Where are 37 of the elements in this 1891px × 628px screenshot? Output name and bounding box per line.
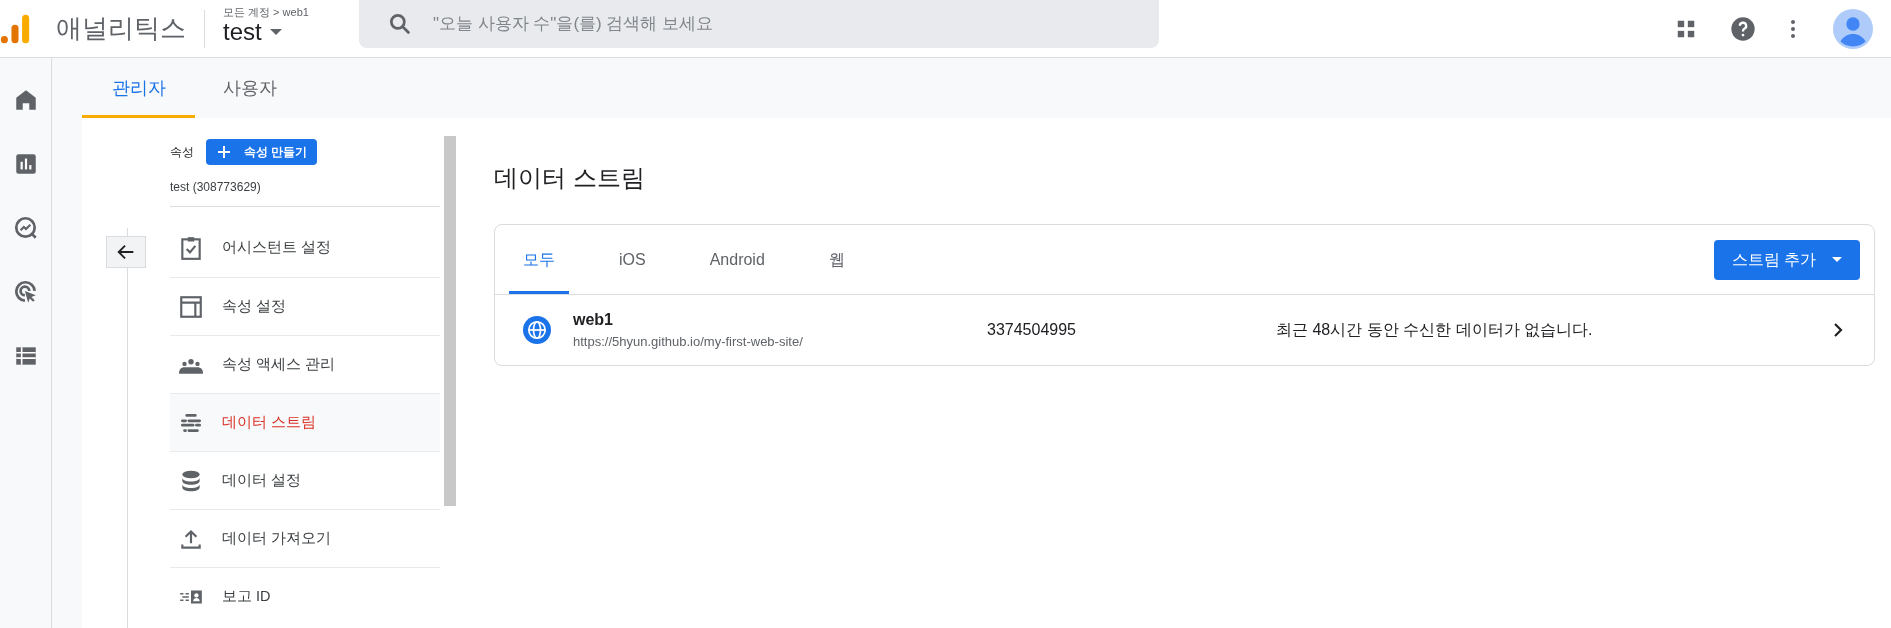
sidebar-item[interactable]: 속성 설정 <box>170 277 440 335</box>
sidebar-item[interactable]: 보고 ID <box>170 567 440 625</box>
caret-icon <box>1832 257 1842 262</box>
avatar-icon[interactable] <box>1833 8 1873 49</box>
add-stream-button[interactable]: 스트림 추가 <box>1713 239 1860 280</box>
stream-url: https://5hyun.github.io/my-first-web-site/ <box>573 333 804 352</box>
breadcrumb[interactable]: 모든 계정 > web1 <box>223 5 309 18</box>
admin-tab[interactable]: 사용자 <box>195 58 305 118</box>
back-button[interactable] <box>106 236 146 268</box>
stream-tab[interactable]: 모두 <box>509 225 569 294</box>
app-title: 애널리틱스 <box>56 12 186 45</box>
page-title: 데이터 스트림 <box>494 163 646 193</box>
stream-row[interactable]: web1 https://5hyun.github.io/my-first-web-site/ 3374504995 최근 48시간 동안 수신한 데이터가 없습니다. <box>495 295 1874 365</box>
sidebar-item[interactable]: 데이터 가져오기 <box>170 509 440 567</box>
stream-tab[interactable]: Android <box>695 225 779 294</box>
stream-tab[interactable]: iOS <box>605 225 660 294</box>
clipboard-check-icon <box>178 235 204 261</box>
stream-id: 3374504995 <box>987 320 1077 340</box>
stream-name: web1 <box>573 310 614 331</box>
plus-icon <box>216 144 232 160</box>
caret-icon <box>269 28 282 35</box>
create-property-button[interactable]: 속성 만들기 <box>206 139 318 165</box>
sidebar-item[interactable]: 어시스턴트 설정 <box>170 219 440 277</box>
layout-icon <box>178 293 204 320</box>
globe-icon <box>523 316 551 344</box>
stream-tab[interactable]: 웹 <box>814 225 859 294</box>
search-field[interactable]: "오늘 사용자 수"을(를) 검색해 보세요 <box>358 0 1159 48</box>
help-icon[interactable] <box>1729 14 1757 43</box>
property-name: test (308773629) <box>170 178 440 207</box>
stream-status: 최근 48시간 동안 수신한 데이터가 없습니다. <box>1276 320 1593 340</box>
trend-circle-icon[interactable] <box>12 215 39 241</box>
scrollbar-thumb[interactable] <box>444 136 456 506</box>
target-cursor-icon[interactable] <box>12 279 39 305</box>
sidebar-item[interactable]: 데이터 스트림 <box>170 393 440 451</box>
section-label: 속성 <box>170 144 194 161</box>
sidebar-item[interactable]: 데이터 설정 <box>170 451 440 509</box>
property-selector[interactable]: test <box>223 17 309 46</box>
